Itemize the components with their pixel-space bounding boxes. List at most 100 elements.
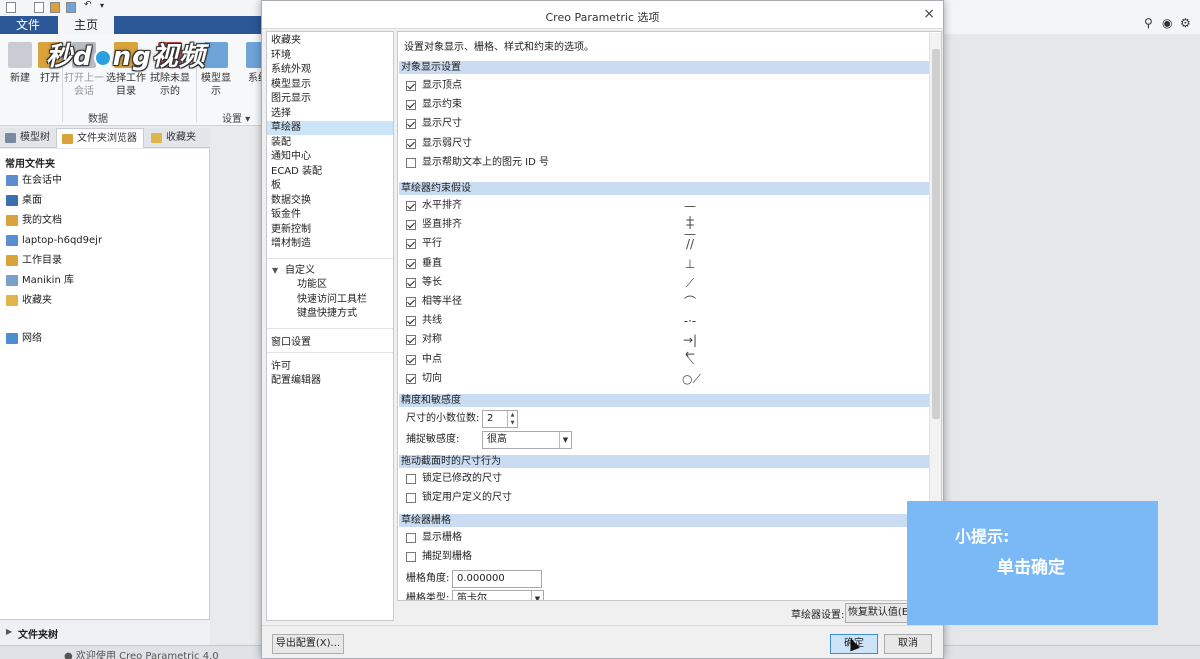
open-folder-icon[interactable] xyxy=(50,2,60,13)
option-checkbox-row[interactable]: 显示尺寸 xyxy=(406,117,462,131)
option-checkbox-row[interactable]: 水平排齐 xyxy=(406,199,462,213)
category-item[interactable]: 图元显示 xyxy=(267,92,393,106)
category-subitem[interactable]: 功能区 xyxy=(267,278,393,292)
save-icon[interactable] xyxy=(66,2,76,13)
checkbox[interactable] xyxy=(406,239,416,250)
category-item[interactable]: 装配 xyxy=(267,136,393,150)
tab-home[interactable]: 主页 xyxy=(58,16,114,34)
folder-item[interactable]: laptop-h6qd9ejr xyxy=(6,233,102,249)
restore-defaults-button[interactable]: 恢复默认值(E) xyxy=(845,603,915,623)
checkbox[interactable] xyxy=(406,277,416,288)
decimals-value: 2 xyxy=(487,413,494,424)
chevron-down-icon[interactable]: ▼ xyxy=(531,591,543,600)
category-item[interactable]: 更新控制 xyxy=(267,223,393,237)
checkbox[interactable] xyxy=(406,354,416,365)
option-checkbox-row[interactable]: 竖直排齐 xyxy=(406,218,462,232)
option-checkbox-row[interactable]: 垂直 xyxy=(406,257,442,271)
checkbox[interactable] xyxy=(406,220,416,231)
category-item[interactable]: 草绘器 xyxy=(267,121,393,135)
new-file-icon[interactable] xyxy=(34,2,44,13)
option-checkbox-row[interactable]: 共线 xyxy=(406,314,442,328)
tab-file[interactable]: 文件 xyxy=(0,16,56,34)
tab-model-tree[interactable]: 模型树 xyxy=(0,128,54,148)
category-window-settings[interactable]: 窗口设置 xyxy=(267,336,393,350)
search-icon[interactable]: ⚲ xyxy=(1144,16,1153,30)
category-item[interactable]: 环境 xyxy=(267,49,393,63)
tab-favorites[interactable]: 收藏夹 xyxy=(146,128,210,148)
category-subitem[interactable]: 快速访问工具栏 xyxy=(267,293,393,307)
category-license[interactable]: 许可 xyxy=(267,360,393,374)
option-checkbox-row[interactable]: 平行 xyxy=(406,237,442,251)
category-item[interactable]: 增材制造 xyxy=(267,237,393,251)
folder-item[interactable]: 工作目录 xyxy=(6,253,62,269)
decimals-spinner[interactable]: 2 ▲ ▼ xyxy=(482,410,518,428)
checkbox[interactable] xyxy=(406,157,416,168)
category-subitem[interactable]: 键盘快捷方式 xyxy=(267,307,393,321)
checkbox[interactable] xyxy=(406,316,416,327)
checkbox[interactable] xyxy=(406,258,416,269)
close-icon[interactable]: × xyxy=(923,6,935,22)
folder-item[interactable]: 我的文档 xyxy=(6,213,62,229)
category-customize[interactable]: 自定义 xyxy=(267,264,393,278)
folder-item[interactable]: 收藏夹 xyxy=(6,293,52,309)
option-checkbox-row[interactable]: 相等半径 xyxy=(406,295,462,309)
grid-type-dropdown[interactable]: 笛卡尔 ▼ xyxy=(452,590,544,600)
category-item[interactable]: 选择 xyxy=(267,107,393,121)
option-checkbox-row[interactable]: 显示顶点 xyxy=(406,79,462,93)
chevron-down-icon[interactable]: ▾ xyxy=(100,1,110,12)
option-checkbox-row[interactable]: 等长 xyxy=(406,276,442,290)
category-item[interactable]: 钣金件 xyxy=(267,208,393,222)
option-checkbox-row[interactable]: 中点 xyxy=(406,353,442,367)
cancel-button[interactable]: 取消 xyxy=(884,634,932,654)
option-checkbox-row[interactable]: 捕捉到栅格 xyxy=(406,550,472,564)
folder-item[interactable]: 网络 xyxy=(6,331,42,347)
option-checkbox-row[interactable]: 切向 xyxy=(406,372,442,386)
snap-label: 捕捉敏感度: xyxy=(406,434,460,445)
checkbox[interactable] xyxy=(406,81,416,91)
undo-icon[interactable]: ↶ xyxy=(84,0,94,11)
option-checkbox-row[interactable]: 锁定已修改的尺寸 xyxy=(406,472,502,486)
folder-item[interactable]: 在会话中 xyxy=(6,173,62,189)
checkbox[interactable] xyxy=(406,297,416,307)
checkbox[interactable] xyxy=(406,100,416,111)
folder-tree-footer[interactable]: ▶ 文件夹树 xyxy=(0,619,210,645)
category-item[interactable]: 系统外观 xyxy=(267,63,393,77)
dialog-title-bar[interactable]: Creo Parametric 选项 × xyxy=(262,1,943,29)
option-checkbox-row[interactable]: 显示弱尺寸 xyxy=(406,137,472,151)
checkbox[interactable] xyxy=(406,552,416,563)
grid-angle-field[interactable]: 0.000000 xyxy=(452,570,542,588)
spinner-buttons[interactable]: ▲ ▼ xyxy=(507,411,517,427)
option-checkbox-row[interactable]: 显示栅格 xyxy=(406,531,462,545)
checkbox[interactable] xyxy=(406,533,416,543)
new-file-icon[interactable] xyxy=(6,2,16,13)
category-config-editor[interactable]: 配置编辑器 xyxy=(267,374,393,388)
export-config-button[interactable]: 导出配置(X)... xyxy=(272,634,344,654)
category-item[interactable]: 收藏夹 xyxy=(267,34,393,48)
settings-icon[interactable]: ⚙ xyxy=(1180,16,1191,30)
chevron-down-icon[interactable]: ▼ xyxy=(559,432,571,448)
option-checkbox-row[interactable]: 锁定用户定义的尺寸 xyxy=(406,491,512,505)
folder-item[interactable]: 桌面 xyxy=(6,193,42,209)
category-item[interactable]: 模型显示 xyxy=(267,78,393,92)
category-item[interactable]: 板 xyxy=(267,179,393,193)
category-item[interactable]: ECAD 装配 xyxy=(267,165,393,179)
checkbox[interactable] xyxy=(406,493,416,504)
ribbon-button-label: 拭除未显 示的 xyxy=(150,73,190,97)
checkbox[interactable] xyxy=(406,373,416,384)
checkbox[interactable] xyxy=(406,138,416,149)
folder-item[interactable]: Manikin 库 xyxy=(6,273,74,289)
category-item[interactable]: 数据交换 xyxy=(267,194,393,208)
checkbox[interactable] xyxy=(406,119,416,130)
category-item[interactable]: 通知中心 xyxy=(267,150,393,164)
option-checkbox-row[interactable]: 显示约束 xyxy=(406,98,462,112)
checkbox[interactable] xyxy=(406,335,416,346)
group-label-settings[interactable]: 设置 ▾ xyxy=(222,110,250,125)
option-checkbox-row[interactable]: 对称 xyxy=(406,333,442,347)
checkbox[interactable] xyxy=(406,201,416,211)
checkbox[interactable] xyxy=(406,474,416,484)
scrollbar-thumb[interactable] xyxy=(932,49,940,419)
help-icon[interactable]: ◉ xyxy=(1162,16,1172,30)
snap-sensitivity-dropdown[interactable]: 很高 ▼ xyxy=(482,431,572,449)
option-checkbox-row[interactable]: 显示帮助文本上的图元 ID 号 xyxy=(406,156,549,170)
tab-folder-browser[interactable]: 文件夹浏览器 xyxy=(56,128,144,148)
